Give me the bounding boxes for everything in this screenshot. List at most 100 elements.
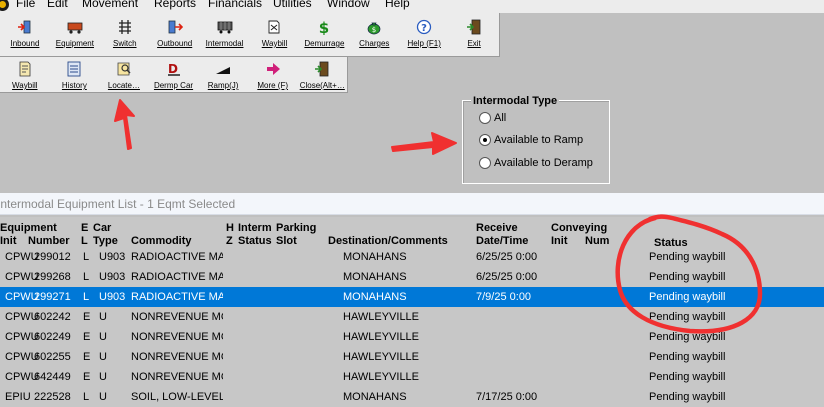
cell-commodity: RADIOACTIVE MAT — [131, 251, 223, 263]
header-commodity[interactable]: Commodity — [131, 235, 192, 247]
header-z[interactable]: Z — [226, 235, 233, 247]
header-datetime[interactable]: Date/Time — [476, 235, 528, 247]
cell-number: 602255 — [34, 351, 71, 363]
cell-number: 299271 — [34, 291, 71, 303]
table-row[interactable]: CPWU642449EUNONREVENUE MOVHAWLEYVILLEPen… — [0, 367, 824, 387]
menu-reports[interactable]: Reports — [154, 0, 196, 9]
close-label: Close(Alt+… — [299, 81, 345, 90]
radio-all-label: All — [494, 112, 507, 124]
radio-available-to-ramp-label: Available to Ramp — [494, 134, 584, 146]
radio-available-to-ramp-dot[interactable] — [479, 134, 491, 146]
header-car: Car — [93, 222, 112, 234]
table-row[interactable]: CPWU 299268 L U903 RADIOACTIVE MAT MONAHANS 6/… — [0, 267, 824, 287]
cell-destination: MONAHANS — [343, 391, 407, 403]
cell-receive: 6/25/25 0:00 — [476, 251, 538, 263]
radio-available-to-deramp-dot[interactable] — [479, 157, 491, 169]
waybill-list-label: Waybill — [12, 81, 38, 90]
table-row[interactable]: EPIU 222528 L U SOIL, LOW-LEVEL MONAHANS 7/17/… — [0, 387, 824, 407]
table-row[interactable]: CPWU 299012 L U903 RADIOACTIVE MAT MONAHANS 6/… — [0, 247, 824, 267]
menu-bar: File Edit Movement Reports Financials Ut… — [0, 0, 824, 13]
charges-button[interactable]: $ Charges — [349, 13, 399, 56]
cell-number: 299268 — [34, 271, 71, 283]
cell-destination: MONAHANS — [343, 291, 407, 303]
header-l[interactable]: L — [81, 235, 88, 247]
table-row[interactable]: CPWU602255EUNONREVENUE MOVHAWLEYVILLEPen… — [0, 347, 824, 367]
menu-window[interactable]: Window — [327, 0, 370, 9]
equipment-icon — [67, 22, 83, 34]
radio-all-dot[interactable] — [479, 112, 491, 124]
cell-status: Pending waybill — [649, 351, 726, 363]
ramp-button[interactable]: Ramp(J) — [198, 57, 248, 92]
header-number[interactable]: Number — [28, 235, 70, 247]
equipment-button[interactable]: Equipment — [50, 13, 100, 56]
radio-available-to-ramp[interactable]: Available to Ramp — [479, 134, 583, 146]
header-h: H — [226, 222, 234, 234]
cell-commodity: NONREVENUE MOV — [131, 331, 223, 343]
table-row[interactable]: CPWU602249EUNONREVENUE MOVHAWLEYVILLEPen… — [0, 327, 824, 347]
header-e: E — [81, 222, 89, 234]
header-type[interactable]: Type — [93, 235, 118, 247]
outbound-button[interactable]: Outbound — [150, 13, 200, 56]
cell-number: 602242 — [34, 311, 71, 323]
table-row-selected[interactable]: CPWU 299271 L U903 RADIOACTIVE MAT MONAHANS 7/… — [0, 287, 824, 307]
cell-type: U903 — [99, 251, 126, 263]
demurrage-button[interactable]: $ Demurrage — [299, 13, 349, 56]
main-toolbar: Inbound Equipment Switch Outbound Interm… — [0, 13, 500, 57]
help-label: Help (F1) — [407, 39, 441, 48]
locate-icon — [117, 62, 131, 76]
menu-utilities[interactable]: Utilities — [273, 0, 312, 9]
cell-type: U — [99, 371, 107, 383]
inbound-icon — [17, 20, 31, 34]
deramp-car-icon: D — [167, 62, 180, 76]
menu-file[interactable]: File — [16, 0, 35, 9]
cell-number: 642449 — [34, 371, 71, 383]
header-destination[interactable]: Destination/Comments — [328, 235, 448, 247]
more-button[interactable]: More (F) — [248, 57, 298, 92]
cell-receive: 7/17/25 0:00 — [476, 391, 538, 403]
intermodal-icon — [217, 21, 232, 34]
cell-el: E — [83, 371, 91, 383]
inbound-button[interactable]: Inbound — [0, 13, 50, 56]
waybill-list-button[interactable]: Waybill — [0, 57, 50, 92]
table-row[interactable]: CPWU602242EUNONREVENUE MOVHAWLEYVILLEPen… — [0, 307, 824, 327]
header-num[interactable]: Num — [585, 235, 609, 247]
red-arrow-right-annotation — [391, 132, 457, 155]
radio-all[interactable]: All — [479, 112, 506, 124]
cell-status: Pending waybill — [649, 251, 726, 263]
header-interm-status[interactable]: Status — [238, 235, 272, 247]
svg-text:$: $ — [319, 19, 329, 35]
exit-label: Exit — [467, 39, 481, 48]
red-arrow-up-annotation — [114, 99, 135, 150]
close-button[interactable]: Close(Alt+… — [297, 57, 347, 92]
waybill-button[interactable]: Waybill — [250, 13, 300, 56]
menu-financials[interactable]: Financials — [208, 0, 262, 9]
history-label: History — [61, 81, 87, 90]
menu-edit[interactable]: Edit — [47, 0, 68, 9]
history-button[interactable]: History — [50, 57, 100, 92]
header-init[interactable]: Init — [0, 235, 17, 247]
deramp-car-button[interactable]: D Dermp Car — [149, 57, 199, 92]
menu-movement[interactable]: Movement — [82, 0, 138, 9]
locate-button[interactable]: Locate… — [99, 57, 149, 92]
cell-el: E — [83, 311, 91, 323]
app-icon[interactable] — [0, 0, 9, 11]
cell-commodity: RADIOACTIVE MAT — [131, 271, 223, 283]
cell-el: E — [83, 331, 91, 343]
menu-help[interactable]: Help — [385, 0, 410, 9]
header-conveying-init[interactable]: Init — [551, 235, 568, 247]
cell-status: Pending waybill — [649, 271, 726, 283]
header-slot[interactable]: Slot — [276, 235, 297, 247]
cell-number: 222528 — [34, 391, 71, 403]
equipment-grid: Equipment Init Number E L Car Type Commo… — [0, 217, 824, 407]
waybill-icon — [269, 20, 280, 34]
help-button[interactable]: ? Help (F1) — [399, 13, 449, 56]
radio-available-to-deramp[interactable]: Available to Deramp — [479, 157, 593, 169]
secondary-toolbar: Waybill History Locate… D Dermp Car Ramp… — [0, 57, 348, 93]
exit-icon — [467, 19, 481, 35]
cell-receive: 6/25/25 0:00 — [476, 271, 538, 283]
switch-button[interactable]: Switch — [100, 13, 150, 56]
exit-button[interactable]: Exit — [449, 13, 499, 56]
cell-el: L — [83, 251, 90, 263]
svg-text:D: D — [168, 62, 178, 76]
intermodal-button[interactable]: Intermodal — [200, 13, 250, 56]
